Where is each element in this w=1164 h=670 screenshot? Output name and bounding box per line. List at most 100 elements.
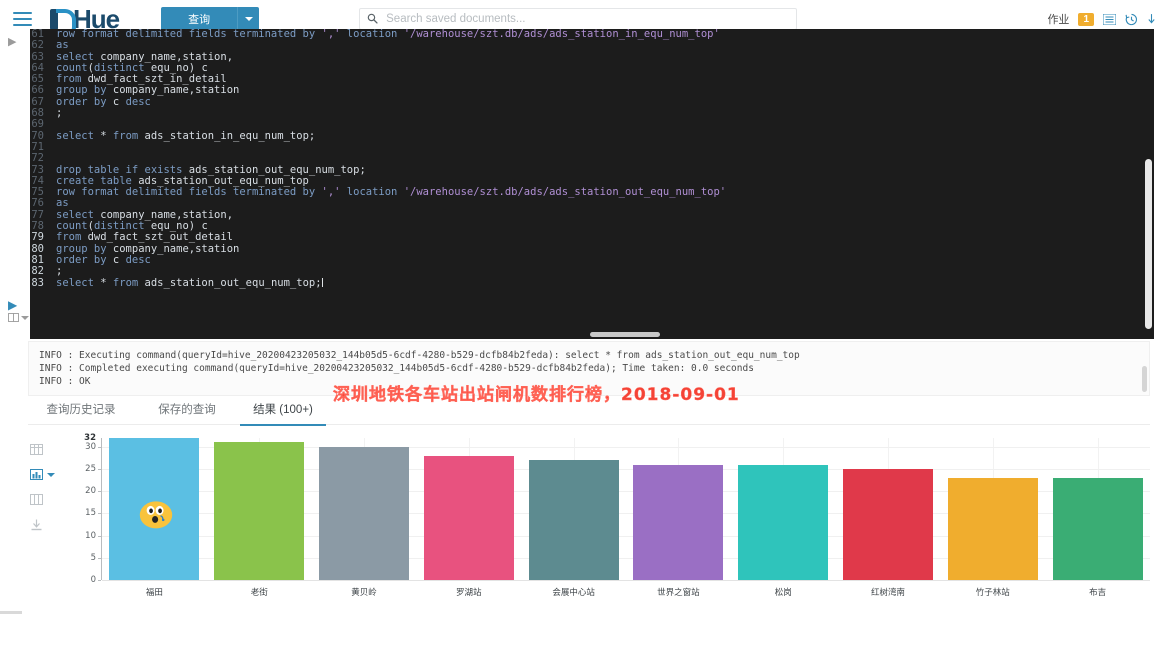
editor-horizontal-scrollbar[interactable] [590, 332, 660, 337]
chevron-down-icon [21, 315, 29, 320]
expand-arrow-icon[interactable]: ▶ [8, 35, 16, 48]
line-number: 79 [30, 232, 50, 244]
tab-saved-queries[interactable]: 保存的查询 [142, 401, 232, 424]
jobs-count-badge[interactable]: 1 [1078, 12, 1094, 26]
code-line: 83 select * from ads_station_out_equ_num_… [30, 276, 1154, 289]
log-line: INFO : Executing command(queryId=hive_20… [39, 350, 800, 361]
text-cursor [321, 277, 323, 287]
log-scrollbar[interactable] [1142, 366, 1147, 392]
chevron-down-icon [244, 17, 253, 21]
x-axis-label: 福田 [145, 588, 163, 598]
hue-logo-mark [50, 8, 76, 38]
bar-chart-icon[interactable] [30, 468, 43, 481]
list-icon[interactable] [1103, 13, 1116, 25]
grid-table-icon[interactable] [30, 443, 43, 456]
jobs-label[interactable]: 作业 [1047, 11, 1069, 27]
x-axis-label: 松岗 [774, 588, 792, 598]
x-axis-label: 布吉 [1089, 588, 1107, 598]
result-tabs: 查询历史记录 保存的查询 结果 (100+) [28, 401, 1150, 426]
columns-icon[interactable] [30, 493, 43, 506]
chart-bar[interactable] [214, 442, 305, 580]
code-line: 67 order by c desc [30, 95, 1154, 109]
chart-bar[interactable] [738, 464, 829, 580]
query-button-group[interactable]: 查询 [161, 6, 260, 32]
x-axis-label: 竹子林站 [975, 588, 1010, 598]
editor-left-rail: ▶ ▶ [0, 29, 30, 339]
y-axis-tick-mark [98, 513, 101, 515]
y-axis-tick-mark [98, 469, 101, 471]
y-axis-tick-mark [98, 580, 101, 581]
y-axis-tick: 10 [85, 530, 96, 541]
sql-editor-region: ▶ ▶ 61 row format delimited fields termin… [0, 29, 1164, 339]
cursor-emoji-overlay [139, 501, 173, 529]
code-line: 80 group by company_name,station [30, 243, 1154, 255]
line-number: 83 [30, 277, 50, 289]
log-line: INFO : Completed executing command(query… [39, 363, 754, 374]
x-axis-label: 罗湖站 [456, 588, 482, 598]
line-number: 72 [30, 152, 50, 165]
chart-bar[interactable] [947, 477, 1038, 580]
y-axis-max-label: 32 [84, 433, 96, 443]
code-text: row format delimited fields terminated b… [56, 186, 727, 199]
download-icon[interactable] [1147, 13, 1156, 26]
chart-bar[interactable] [633, 464, 724, 580]
tab-query-history[interactable]: 查询历史记录 [28, 401, 134, 424]
chart-bar[interactable] [318, 446, 410, 580]
y-axis-tick: 30 [85, 441, 96, 452]
result-view-rail [30, 443, 56, 543]
tab-results[interactable]: 结果 (100+) [240, 401, 326, 426]
code-text: order by c desc [56, 95, 151, 108]
history-icon[interactable] [1125, 13, 1138, 26]
line-number: 82 [30, 265, 50, 278]
book-icon[interactable] [8, 313, 29, 322]
code-line: 70 select * from ads_station_in_equ_num_t… [30, 129, 1154, 142]
x-axis-label: 老街 [250, 588, 268, 598]
editor-vertical-scrollbar[interactable] [1145, 159, 1152, 329]
result-bar-chart: 0 5 10 15 20 25 30 32 福田 老街 黄贝岭 罗湖站 会展中心站 世界之窗站 松岗 红树湾… [80, 433, 1150, 598]
code-line: 75 row format delimited fields terminated… [30, 186, 1154, 199]
code-text: select * from ads_station_in_equ_num_top… [56, 129, 316, 142]
chart-bar[interactable] [528, 460, 619, 580]
y-axis-tick: 25 [85, 464, 96, 475]
code-text: select * from ads_station_out_equ_num_to… [56, 276, 323, 289]
code-line: 66 group by company_name,station [30, 85, 1154, 97]
sql-code-area[interactable]: 61 row format delimited fields terminated… [30, 29, 1154, 339]
code-line: 71 [30, 141, 1154, 154]
x-axis-line [102, 580, 1150, 581]
y-axis-tick: 15 [85, 508, 96, 519]
line-number: 69 [30, 119, 50, 131]
x-axis-label: 会展中心站 [552, 588, 595, 598]
run-play-icon[interactable]: ▶ [8, 298, 17, 312]
query-button[interactable]: 查询 [161, 6, 238, 32]
code-line: 68; [30, 107, 1154, 120]
line-number: 62 [30, 39, 50, 52]
y-axis-tick: 0 [90, 575, 96, 585]
x-axis-label: 红树湾南 [870, 588, 905, 598]
y-axis-tick: 5 [90, 552, 96, 563]
chart-bar[interactable] [1052, 477, 1143, 580]
chevron-down-icon[interactable] [47, 472, 55, 477]
bar-chart-icon-row[interactable] [30, 468, 56, 481]
chart-plot-area[interactable] [102, 438, 1150, 581]
search-box[interactable] [359, 8, 798, 30]
y-axis-tick-mark [98, 491, 101, 493]
chart-bar[interactable] [842, 469, 934, 580]
chart-bar[interactable] [423, 455, 514, 580]
code-text: ; [56, 107, 63, 120]
search-input[interactable] [359, 8, 798, 30]
search-icon [367, 13, 378, 24]
x-axis-label: 黄贝岭 [351, 588, 377, 598]
y-axis-tick-mark [98, 446, 101, 448]
header-right-actions: 作业 1 [1047, 11, 1156, 27]
x-axis-label: 世界之窗站 [657, 588, 700, 598]
download-icon[interactable] [30, 518, 43, 531]
code-line: 81 order by c desc [30, 254, 1154, 267]
y-axis-tick-mark [98, 557, 101, 559]
page-horizontal-scrollbar[interactable] [0, 611, 22, 614]
y-axis-tick-mark [98, 535, 101, 537]
y-axis-tick: 20 [85, 486, 96, 497]
code-text: row format delimited fields terminated b… [56, 29, 720, 40]
query-dropdown-toggle[interactable] [237, 6, 260, 32]
code-line: 61 row format delimited fields terminated… [30, 29, 1154, 41]
